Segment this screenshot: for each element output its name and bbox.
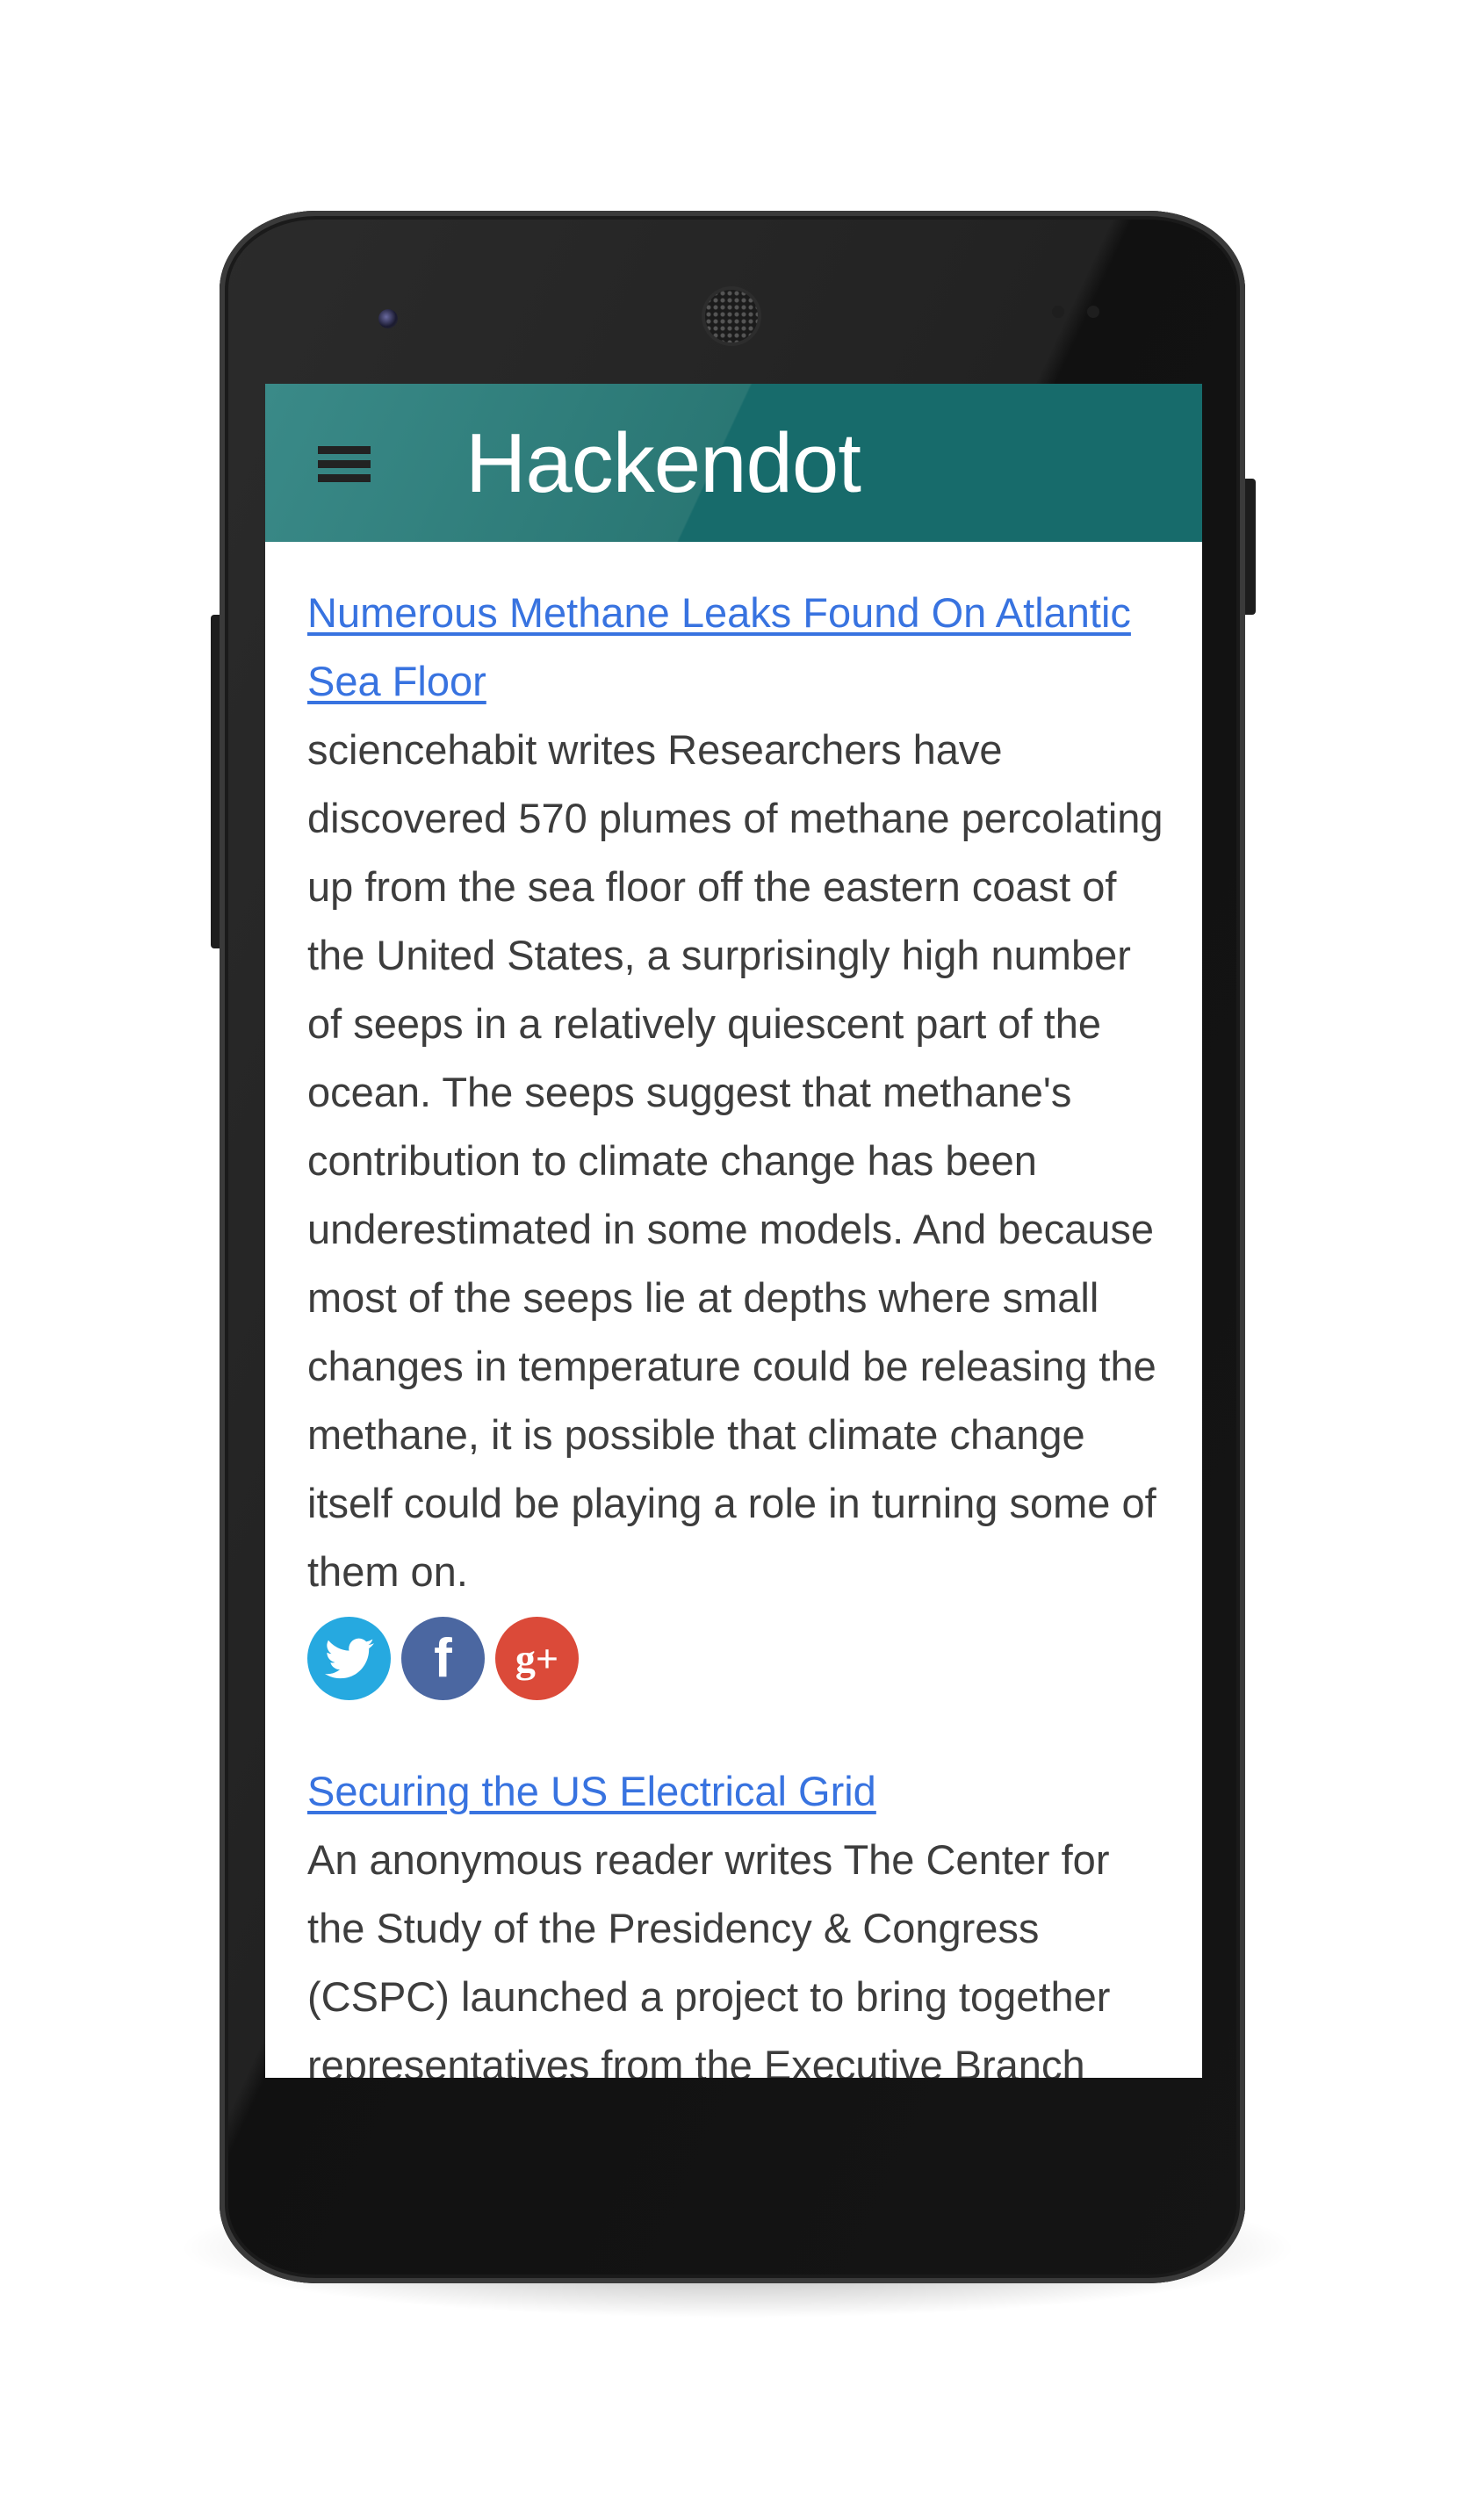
article-title-link[interactable]: Securing the US Electrical Grid (307, 1757, 1163, 1826)
google-plus-icon[interactable]: g+ (495, 1617, 579, 1700)
article-summary: An anonymous reader writes The Center fo… (307, 1836, 1111, 2078)
hamburger-icon[interactable] (318, 446, 371, 482)
article-title-link[interactable]: Numerous Methane Leaks Found On Atlantic… (307, 579, 1163, 716)
app-title: Hackendot (465, 416, 861, 510)
share-buttons: f g+ (307, 1617, 1163, 1701)
article: Numerous Methane Leaks Found On Atlantic… (307, 579, 1163, 1701)
app-screen: Hackendot Numerous Methane Leaks Found O… (265, 384, 1202, 2078)
twitter-icon[interactable] (307, 1617, 391, 1700)
sensor (1052, 306, 1064, 318)
facebook-icon[interactable]: f (401, 1617, 485, 1700)
front-camera (378, 309, 398, 328)
article-summary: sciencehabit writes Researchers have dis… (307, 726, 1163, 1595)
earpiece-speaker (705, 290, 758, 342)
app-bar: Hackendot (265, 384, 1202, 542)
article: Securing the US Electrical Grid An anony… (307, 1757, 1163, 2078)
article-list: Numerous Methane Leaks Found On Atlantic… (307, 579, 1163, 2078)
sensor (1087, 306, 1099, 318)
